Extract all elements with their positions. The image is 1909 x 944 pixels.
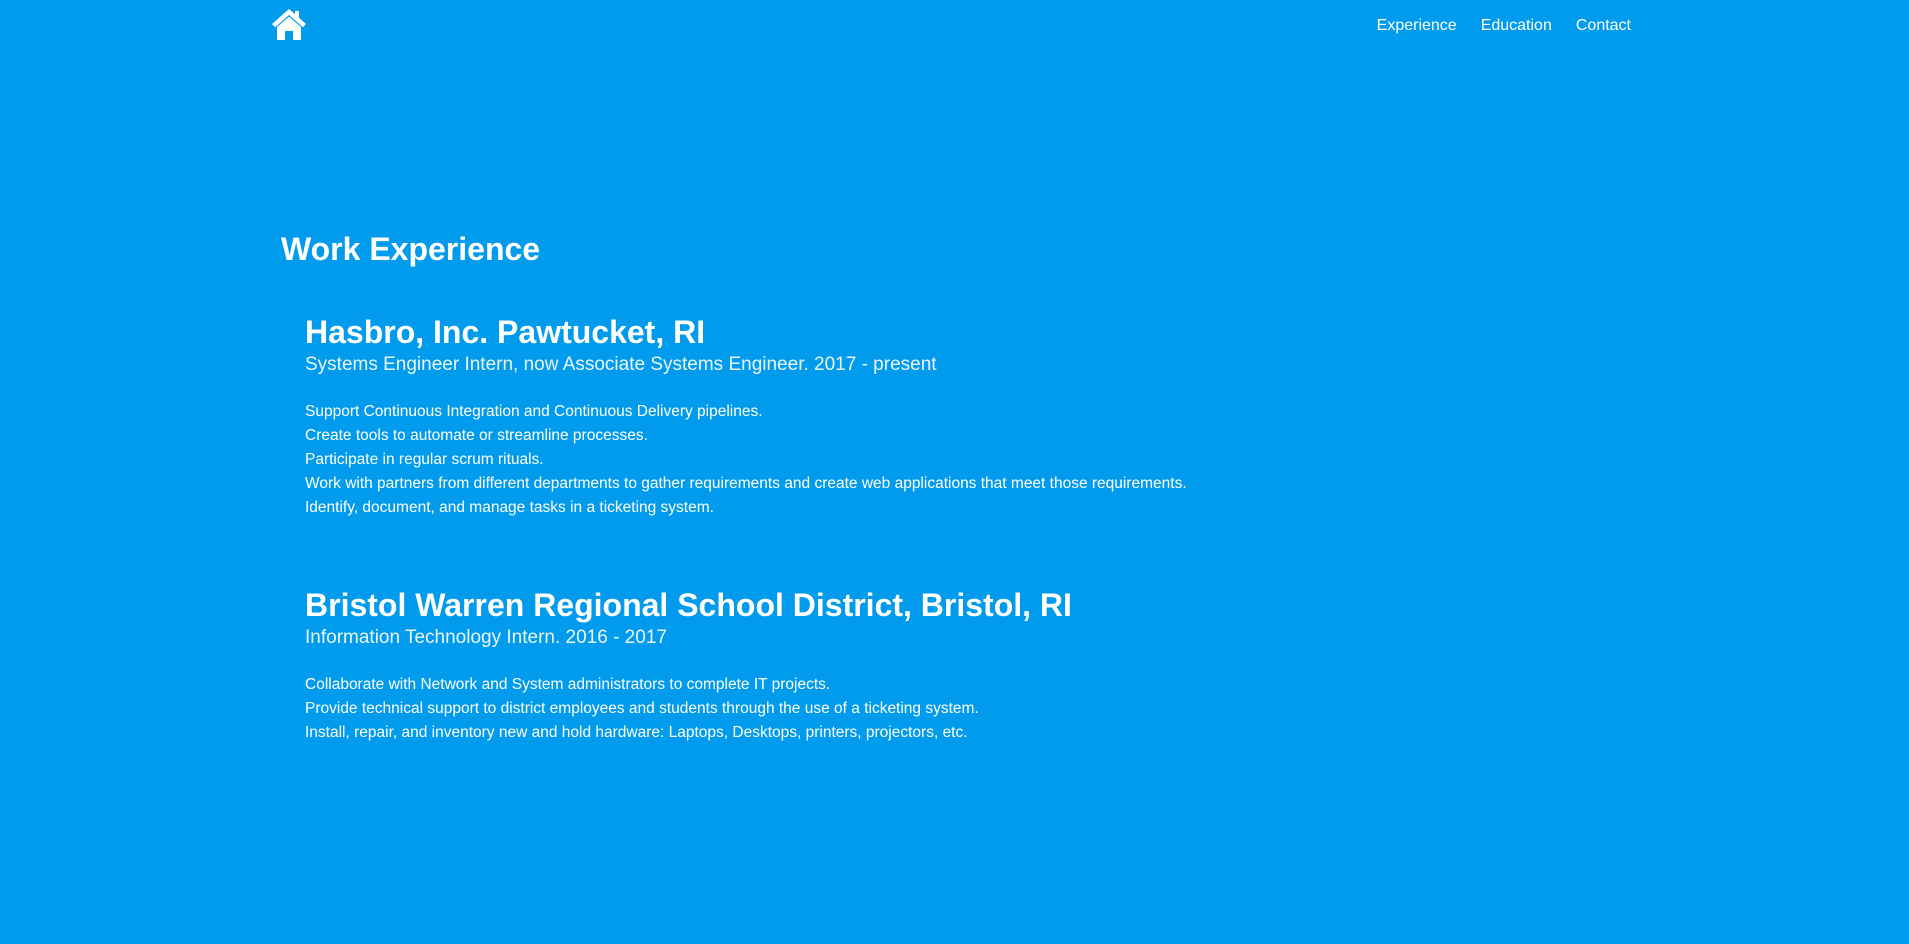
nav-experience[interactable]: Experience	[1377, 16, 1457, 36]
section-title: Work Experience	[281, 231, 541, 267]
job-entry-bristol-warren: Bristol Warren Regional School District,…	[305, 585, 1605, 745]
job-entry-hasbro: Hasbro, Inc. Pawtucket, RI Systems Engin…	[305, 312, 1605, 520]
nav-contact[interactable]: Contact	[1576, 16, 1631, 36]
page: Experience Education Contact Work Experi…	[0, 0, 1909, 944]
duty-item: Work with partners from different depart…	[305, 475, 1187, 492]
main-nav: Experience Education Contact	[1353, 16, 1631, 36]
duty-item: Collaborate with Network and System admi…	[305, 676, 831, 693]
nav-education[interactable]: Education	[1481, 16, 1552, 36]
duty-item: Participate in regular scrum rituals.	[305, 451, 544, 468]
job-subtitle: Information Technology Intern. 2016 - 20…	[305, 627, 667, 648]
job-title: Hasbro, Inc. Pawtucket, RI	[305, 314, 706, 350]
duties-list: Support Continuous Integration and Conti…	[305, 400, 1605, 520]
duty-item: Create tools to automate or streamline p…	[305, 427, 648, 444]
job-title: Bristol Warren Regional School District,…	[305, 587, 1072, 623]
home-icon	[270, 7, 308, 41]
duty-item: Install, repair, and inventory new and h…	[305, 724, 968, 741]
duty-item: Support Continuous Integration and Conti…	[305, 403, 763, 420]
duty-item: Identify, document, and manage tasks in …	[305, 499, 714, 516]
duties-list: Collaborate with Network and System admi…	[305, 673, 1605, 745]
home-link[interactable]	[270, 7, 308, 41]
job-subtitle: Systems Engineer Intern, now Associate S…	[305, 354, 937, 375]
duty-item: Provide technical support to district em…	[305, 700, 979, 717]
header: Experience Education Contact	[0, 0, 1909, 60]
